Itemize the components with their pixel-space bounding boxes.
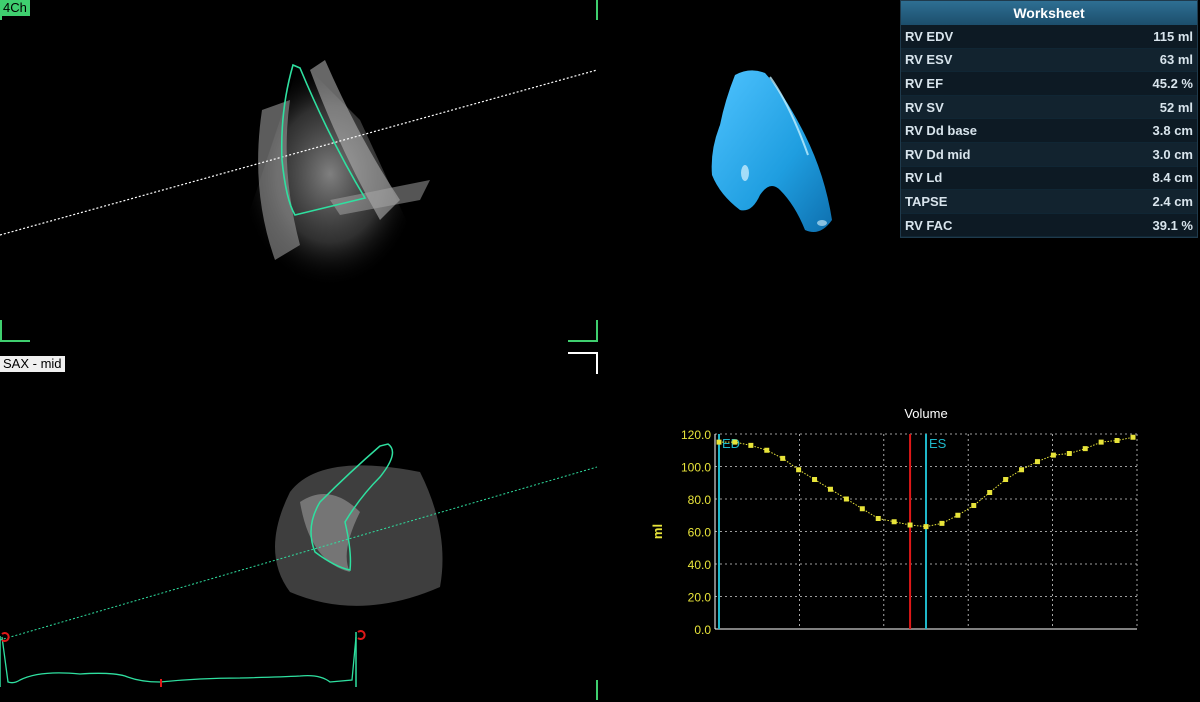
- frame-corner: [0, 320, 30, 342]
- volume-point: [1003, 477, 1009, 482]
- volume-point: [907, 522, 913, 528]
- y-tick-label: 100.0: [681, 461, 711, 475]
- volume-point: [716, 439, 722, 445]
- worksheet-row-value: 3.0 cm: [1152, 146, 1193, 162]
- frame-corner: [0, 0, 30, 20]
- volume-point: [1066, 451, 1072, 456]
- worksheet-row[interactable]: TAPSE 2.4 cm: [901, 190, 1197, 214]
- volume-point: [812, 477, 818, 482]
- worksheet-row[interactable]: RV FAC 39.1 %: [901, 214, 1197, 238]
- volume-point: [1019, 467, 1025, 473]
- y-tick-label: 80.0: [688, 493, 712, 507]
- volume-point: [1130, 434, 1136, 440]
- volume-point: [923, 524, 929, 530]
- worksheet-row-label: RV Ld: [905, 170, 943, 186]
- worksheet-row-value: 3.8 cm: [1152, 123, 1193, 139]
- volume-point: [732, 439, 738, 445]
- y-tick-label: 0.0: [694, 623, 711, 637]
- worksheet-row[interactable]: RV Ld 8.4 cm: [901, 167, 1197, 191]
- y-axis-label: ml: [650, 524, 665, 539]
- volume-point: [1082, 446, 1088, 452]
- ultrasound-sector-4ch: [240, 60, 430, 288]
- y-tick-label: 120.0: [681, 428, 711, 442]
- worksheet-row-label: RV ESV: [905, 52, 953, 68]
- worksheet-row-label: RV SV: [905, 99, 944, 115]
- volume-point: [875, 516, 881, 521]
- worksheet-row-label: RV Dd base: [905, 123, 978, 139]
- marker-es-label: ES: [929, 436, 947, 451]
- y-tick-label: 20.0: [688, 591, 712, 605]
- volume-point: [971, 503, 977, 508]
- ecg-marker-left[interactable]: [1, 632, 10, 642]
- ecg-marker-right[interactable]: [357, 630, 366, 640]
- worksheet-row-value: 8.4 cm: [1152, 170, 1193, 186]
- frame-corner: [568, 0, 598, 20]
- y-tick-label: 40.0: [688, 558, 712, 572]
- volume-point: [748, 442, 754, 448]
- volume-point: [1034, 459, 1040, 465]
- volume-point: [859, 506, 865, 512]
- worksheet-title: Worksheet: [901, 1, 1197, 25]
- worksheet-row-value: 52 ml: [1159, 99, 1193, 115]
- volume-point: [796, 467, 802, 473]
- worksheet-row-value: 63 ml: [1159, 52, 1193, 68]
- worksheet-row[interactable]: RV EF 45.2 %: [901, 72, 1197, 96]
- ecg-strip[interactable]: [0, 630, 366, 687]
- worksheet-row-label: RV EDV: [905, 28, 954, 44]
- volume-point: [987, 490, 993, 495]
- volume-point: [780, 455, 786, 461]
- worksheet-row-value: 115 ml: [1153, 28, 1193, 44]
- worksheet-row[interactable]: RV Dd base 3.8 cm: [901, 119, 1197, 143]
- volume-point: [1114, 438, 1120, 443]
- worksheet-row[interactable]: RV Dd mid 3.0 cm: [901, 142, 1197, 167]
- volume-chart[interactable]: Volumeml0.020.040.060.080.0100.0120.0ED E…: [640, 400, 1200, 650]
- y-tick-label: 60.0: [688, 526, 712, 540]
- worksheet-row-label: RV Dd mid: [905, 146, 971, 162]
- worksheet-row-value: 2.4 cm: [1152, 193, 1193, 209]
- volume-point: [1050, 452, 1056, 458]
- worksheet-rows: RV EDV 115 ml RV ESV 63 ml RV EF 45.2 % RV SV 5…: [901, 25, 1197, 238]
- volume-point: [939, 520, 945, 526]
- volume-point: [955, 512, 961, 518]
- volume-point: [827, 486, 833, 492]
- worksheet-row-value: 39.1 %: [1152, 217, 1193, 233]
- worksheet-row[interactable]: RV SV 52 ml: [901, 95, 1197, 120]
- worksheet-row-label: RV FAC: [905, 217, 953, 233]
- frame-corner: [568, 320, 598, 342]
- volume-point: [891, 519, 897, 525]
- worksheet-row-label: TAPSE: [905, 193, 948, 209]
- chart-title: Volume: [904, 406, 947, 421]
- worksheet-row[interactable]: RV EDV 115 ml: [901, 25, 1197, 49]
- worksheet-row-value: 45.2 %: [1152, 75, 1193, 91]
- rv-3d-model[interactable]: [690, 65, 870, 240]
- short-axis-view[interactable]: [0, 352, 600, 702]
- worksheet-row[interactable]: RV ESV 63 ml: [901, 48, 1197, 73]
- volume-point: [843, 496, 849, 502]
- volume-point: [764, 447, 770, 453]
- worksheet-panel[interactable]: Worksheet RV EDV 115 ml RV ESV 63 ml RV EF 45…: [900, 0, 1198, 238]
- worksheet-row-label: RV EF: [905, 75, 944, 91]
- volume-point: [1098, 439, 1104, 445]
- four-chamber-view[interactable]: [0, 0, 600, 345]
